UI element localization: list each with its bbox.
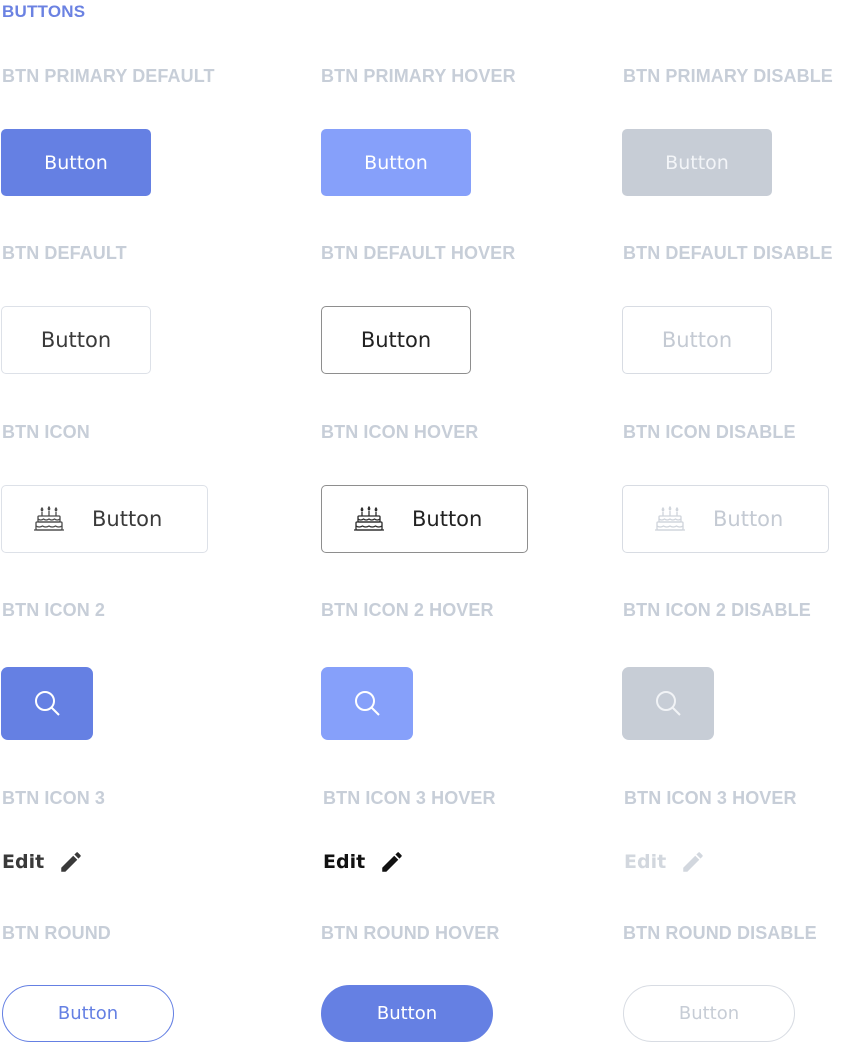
search-button-hover[interactable] — [321, 667, 413, 740]
icon-button-hover[interactable]: Button — [321, 485, 528, 553]
label-btn-primary-default: BTN PRIMARY DEFAULT — [2, 66, 215, 86]
label-btn-default-disable: BTN DEFAULT DISABLE — [623, 243, 833, 263]
icon-button-label: Button — [92, 507, 163, 531]
label-btn-icon-hover: BTN ICON HOVER — [321, 422, 479, 442]
edit-button[interactable]: Edit — [2, 849, 84, 875]
default-button[interactable]: Button — [1, 306, 151, 374]
label-btn-icon-3-hover: BTN ICON 3 HOVER — [323, 788, 496, 808]
search-button-disabled[interactable] — [622, 667, 714, 740]
primary-button-disabled[interactable]: Button — [622, 129, 772, 196]
round-button-hover[interactable]: Button — [321, 985, 493, 1042]
label-btn-primary-disable: BTN PRIMARY DISABLE — [623, 66, 833, 86]
primary-button-default[interactable]: Button — [1, 129, 151, 196]
search-icon — [35, 690, 60, 716]
section-title: BUTTONS — [2, 2, 86, 21]
search-icon — [355, 690, 380, 716]
label-btn-round: BTN ROUND — [2, 923, 111, 943]
label-btn-icon-disable: BTN ICON DISABLE — [623, 422, 796, 442]
primary-button-hover[interactable]: Button — [321, 129, 471, 196]
edit-button-disabled[interactable]: Edit — [624, 849, 706, 875]
label-btn-icon-2-disable: BTN ICON 2 DISABLE — [623, 600, 811, 620]
icon-button-disabled[interactable]: Button — [622, 485, 829, 553]
label-btn-icon-3: BTN ICON 3 — [2, 788, 106, 808]
icon-button-label: Button — [412, 507, 483, 531]
round-button-disabled[interactable]: Button — [623, 985, 795, 1042]
label-btn-primary-hover: BTN PRIMARY HOVER — [321, 66, 516, 86]
default-button-hover[interactable]: Button — [321, 306, 471, 374]
label-btn-icon-2-hover: BTN ICON 2 HOVER — [321, 600, 494, 620]
label-btn-round-disable: BTN ROUND DISABLE — [623, 923, 817, 943]
label-btn-icon: BTN ICON — [2, 422, 90, 442]
pencil-icon — [382, 852, 402, 872]
label-btn-icon-3-hover-2: BTN ICON 3 HOVER — [624, 788, 797, 808]
pencil-icon — [61, 852, 81, 872]
icon-button-label: Button — [713, 507, 784, 531]
pencil-icon — [683, 852, 703, 872]
round-button[interactable]: Button — [2, 985, 174, 1042]
edit-button-label: Edit — [323, 851, 366, 873]
cake-icon — [354, 505, 384, 531]
search-icon — [656, 690, 681, 716]
cake-icon — [34, 505, 64, 531]
icon-button[interactable]: Button — [1, 485, 208, 553]
edit-button-label: Edit — [2, 851, 45, 873]
label-btn-default-hover: BTN DEFAULT HOVER — [321, 243, 516, 263]
cake-icon — [655, 505, 685, 531]
search-button[interactable] — [1, 667, 93, 740]
label-btn-default: BTN DEFAULT — [2, 243, 127, 263]
edit-button-hover[interactable]: Edit — [323, 849, 405, 875]
default-button-disabled[interactable]: Button — [622, 306, 772, 374]
edit-button-label: Edit — [624, 851, 667, 873]
label-btn-icon-2: BTN ICON 2 — [2, 600, 106, 620]
label-btn-round-hover: BTN ROUND HOVER — [321, 923, 500, 943]
